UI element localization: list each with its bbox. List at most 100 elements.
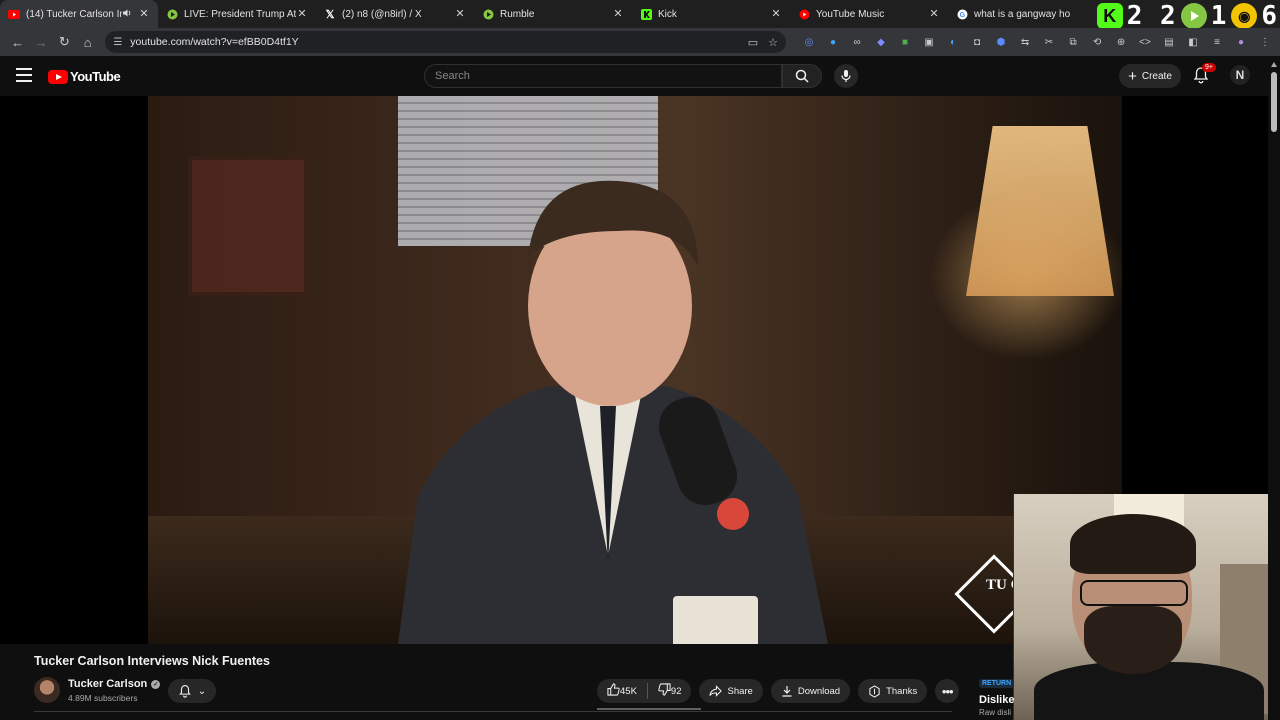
share-button[interactable]: Share [699, 679, 763, 703]
extension-icon[interactable]: ◆ [872, 33, 890, 51]
browser-tab[interactable]: Kick ✕ [632, 0, 790, 28]
close-icon[interactable]: ✕ [454, 8, 466, 20]
tab-title: (14) Tucker Carlson Intervie [26, 8, 122, 20]
profile-avatar-icon[interactable]: ● [1232, 33, 1250, 51]
extensions-puzzle-icon[interactable]: ⧉ [1064, 33, 1082, 51]
kebab-menu-icon[interactable]: ⋮ [1256, 33, 1274, 51]
plus-icon: + [1128, 67, 1137, 85]
page-scrollbar[interactable] [1268, 60, 1280, 720]
hamburger-menu-icon[interactable] [16, 68, 32, 82]
browser-tab[interactable]: Rumble ✕ [474, 0, 632, 28]
thumbs-up-icon [607, 683, 620, 699]
extension-icon[interactable]: ▤ [1160, 33, 1178, 51]
browser-tab[interactable]: (14) Tucker Carlson Intervie ✕ [0, 0, 158, 28]
create-button[interactable]: + Create [1119, 64, 1181, 88]
home-icon[interactable]: ⌂ [76, 30, 99, 54]
svg-text:G: G [959, 12, 965, 19]
youtube-logo[interactable]: YouTube [48, 69, 121, 84]
tab-title: LIVE: President Trump Attends a [184, 8, 296, 20]
kick-icon [640, 8, 652, 20]
media-controls-icon[interactable]: ≡ [1208, 33, 1226, 51]
speaker-icon[interactable] [122, 8, 134, 21]
code-icon[interactable]: <> [1136, 33, 1154, 51]
close-icon[interactable]: ✕ [770, 8, 782, 20]
extension-icon[interactable]: ▣ [920, 33, 938, 51]
search-input[interactable] [425, 65, 781, 87]
like-bar [597, 708, 701, 710]
notification-count-badge: 9+ [1202, 63, 1216, 72]
subscription-bell-button[interactable]: ⌄ [168, 679, 216, 703]
forward-arrow-icon[interactable]: → [29, 30, 52, 54]
extension-icon[interactable]: ◐ [944, 33, 962, 51]
youtube-icon [8, 8, 20, 20]
browser-tab[interactable]: LIVE: President Trump Attends a ✕ [158, 0, 316, 28]
site-info-icon[interactable]: ☰ [113, 37, 122, 48]
return-dislike-subtext: Raw disli [979, 708, 1012, 717]
more-horizontal-icon: ••• [941, 683, 954, 699]
rumble-icon [1180, 3, 1207, 29]
channel-name-link[interactable]: Tucker Carlson ✓ [68, 678, 161, 690]
rumble-icon [482, 8, 494, 20]
extension-icon[interactable]: ⇆ [1016, 33, 1034, 51]
browser-tab[interactable]: G what is a gangway house - Go [948, 0, 1078, 28]
search-box [424, 64, 782, 88]
extension-icon[interactable]: ■ [896, 33, 914, 51]
kick-viewer-count: 2 2 [1126, 1, 1177, 31]
channel-avatar[interactable] [34, 677, 60, 703]
google-icon: G [956, 8, 968, 20]
extension-icon[interactable]: ∞ [848, 33, 866, 51]
search-icon [795, 69, 809, 83]
glasses [1080, 580, 1188, 606]
back-arrow-icon[interactable]: ← [6, 30, 29, 54]
chevron-down-icon: ⌄ [197, 685, 207, 697]
sidebar-icon[interactable]: ◧ [1184, 33, 1202, 51]
extension-icon[interactable]: ⬢ [992, 33, 1010, 51]
kick-icon: K [1096, 3, 1123, 29]
voice-search-button[interactable] [834, 64, 858, 88]
microphone-prop [658, 396, 749, 530]
streamer-webcam [1013, 494, 1280, 720]
divider [34, 711, 952, 712]
scroll-up-arrow-icon[interactable] [1271, 62, 1277, 67]
video-actions: 45K 92 Share Download Thanks ••• [597, 679, 960, 703]
youtube-music-icon [798, 8, 810, 20]
extension-icon[interactable]: ⊕ [1112, 33, 1130, 51]
extension-icon[interactable]: ◎ [800, 33, 818, 51]
account-avatar[interactable]: N [1230, 65, 1250, 85]
scrollbar-thumb[interactable] [1271, 72, 1277, 132]
tab-title: Kick [658, 8, 677, 20]
reload-icon[interactable]: ↻ [53, 30, 76, 54]
tab-title: YouTube Music [816, 8, 885, 20]
bookmark-star-icon[interactable]: ☆ [768, 36, 778, 49]
return-dislike-heading: Dislike [979, 694, 1015, 706]
extension-icon[interactable]: ✂ [1040, 33, 1058, 51]
browser-tab-strip: (14) Tucker Carlson Intervie ✕ LIVE: Pre… [0, 0, 1280, 28]
browser-tab[interactable]: 𝕏 (2) n8 (@n8irl) / X ✕ [316, 0, 474, 28]
extension-icon[interactable]: ◘ [968, 33, 986, 51]
return-dislike-panel: RETURN Dislike Raw disli [979, 672, 1019, 717]
close-icon[interactable]: ✕ [928, 8, 940, 20]
history-icon[interactable]: ⟲ [1088, 33, 1106, 51]
browser-tab[interactable]: YouTube Music ✕ [790, 0, 948, 28]
cast-icon[interactable]: ▭ [748, 36, 758, 49]
search-button[interactable] [782, 64, 822, 88]
extension-icon[interactable]: ● [824, 33, 842, 51]
verified-check-icon: ✓ [151, 679, 161, 689]
youtube-header: YouTube + Create 9+ N [0, 56, 1280, 96]
dislike-button[interactable]: 92 [648, 679, 692, 703]
close-icon[interactable]: ✕ [138, 8, 150, 20]
close-icon[interactable]: ✕ [612, 8, 624, 20]
thumbs-down-icon [658, 683, 671, 699]
more-actions-button[interactable]: ••• [935, 679, 960, 703]
address-bar[interactable]: ☰ youtube.com/watch?v=efBB0D4tf1Y ▭ ☆ [105, 31, 787, 53]
like-dislike-group: 45K 92 [597, 679, 692, 703]
like-button[interactable]: 45K [597, 679, 647, 703]
close-icon[interactable]: ✕ [296, 8, 308, 20]
tab-title: what is a gangway house - Go [974, 8, 1070, 20]
url-text: youtube.com/watch?v=efBB0D4tf1Y [130, 36, 299, 48]
thanks-button[interactable]: Thanks [858, 679, 928, 703]
download-button[interactable]: Download [770, 679, 851, 703]
youtube-play-icon [48, 69, 68, 84]
coffee-mug [673, 596, 758, 644]
other-viewer-count: 6 [1261, 1, 1278, 31]
